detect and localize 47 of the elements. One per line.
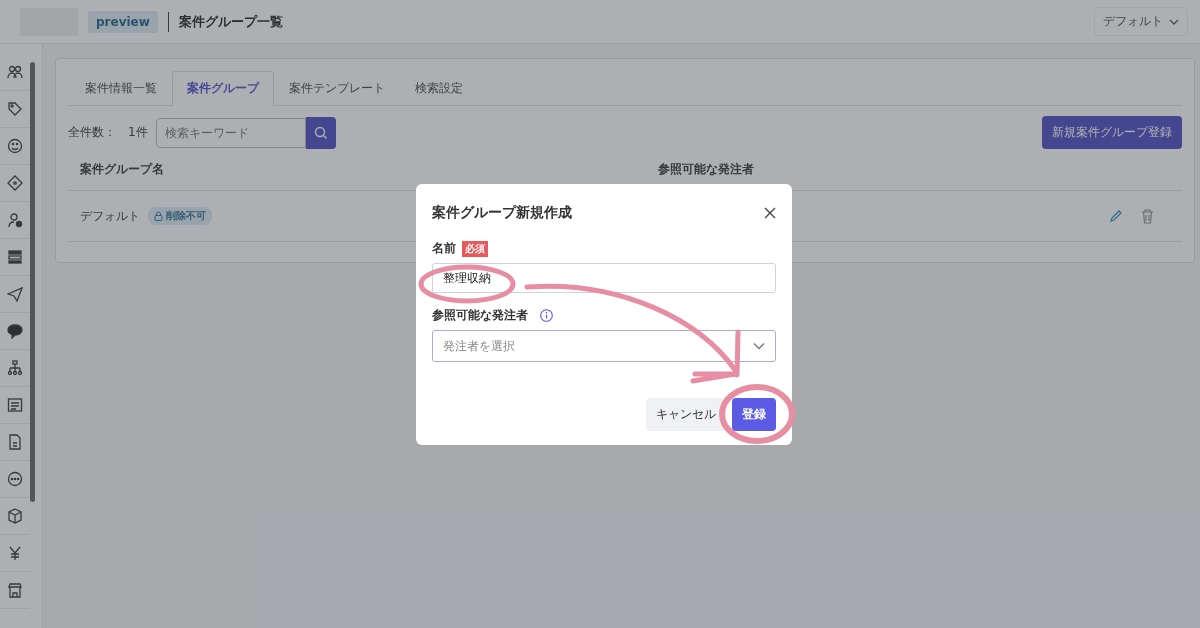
count-label: 全件数： [68, 124, 116, 141]
tab[interactable]: 案件情報一覧 [70, 71, 172, 106]
chat-icon[interactable] [7, 323, 23, 339]
name-input-field[interactable]: 整理収納 [432, 263, 776, 293]
chevron-down-icon [753, 342, 765, 350]
tree-icon[interactable] [7, 360, 23, 376]
column-header: 参照可能な発注者 [658, 161, 754, 178]
field-label: 名前 [432, 240, 456, 257]
scrollbar[interactable] [30, 62, 35, 502]
search-field[interactable]: 検索キーワード [155, 117, 306, 148]
column-header: 案件グループ名 [80, 161, 165, 178]
smile-icon[interactable] [7, 138, 23, 154]
lines-icon[interactable] [7, 397, 23, 413]
yen-icon[interactable] [7, 545, 23, 561]
list-icon[interactable] [7, 249, 23, 265]
diamond-icon[interactable] [7, 175, 23, 191]
dots-icon[interactable] [7, 471, 23, 487]
tag-icon[interactable] [7, 101, 23, 117]
account-menu[interactable]: デフォルト [1094, 7, 1188, 36]
tab[interactable]: 案件テンプレート [274, 71, 400, 106]
cancel-button[interactable]: キャンセル [646, 398, 726, 431]
doc-icon[interactable] [7, 434, 23, 450]
tab[interactable]: 検索設定 [400, 71, 478, 106]
box-icon[interactable] [7, 508, 23, 524]
lock-icon [154, 211, 163, 221]
search-icon [313, 125, 328, 140]
store-icon[interactable] [7, 582, 23, 598]
pencil-icon[interactable] [1108, 208, 1123, 224]
new-group-button[interactable]: 新規案件グループ登録 [1042, 116, 1182, 149]
info-icon[interactable] [540, 309, 553, 322]
table-cell: デフォルト [80, 207, 140, 225]
select-field[interactable]: 発注者を選択 [432, 330, 776, 362]
send-icon[interactable] [7, 286, 23, 302]
field-label: 参照可能な発注者 [432, 307, 528, 324]
person-icon[interactable] [7, 212, 23, 228]
tab[interactable]: 案件グループ [172, 71, 274, 106]
page-title: 案件グループ一覧 [178, 12, 283, 31]
people-icon[interactable] [7, 64, 23, 80]
chevron-down-icon [1169, 17, 1179, 26]
tag-text: 削除不可 [166, 209, 206, 223]
count-value: 1件 [128, 124, 148, 141]
register-button[interactable]: 登録 [732, 398, 776, 431]
dialog-title: 案件グループ新規作成 [432, 204, 572, 222]
close-icon[interactable] [764, 207, 776, 219]
environment-badge: preview [88, 10, 158, 33]
required-badge: 必須 [462, 240, 488, 257]
search-button[interactable] [305, 116, 336, 149]
